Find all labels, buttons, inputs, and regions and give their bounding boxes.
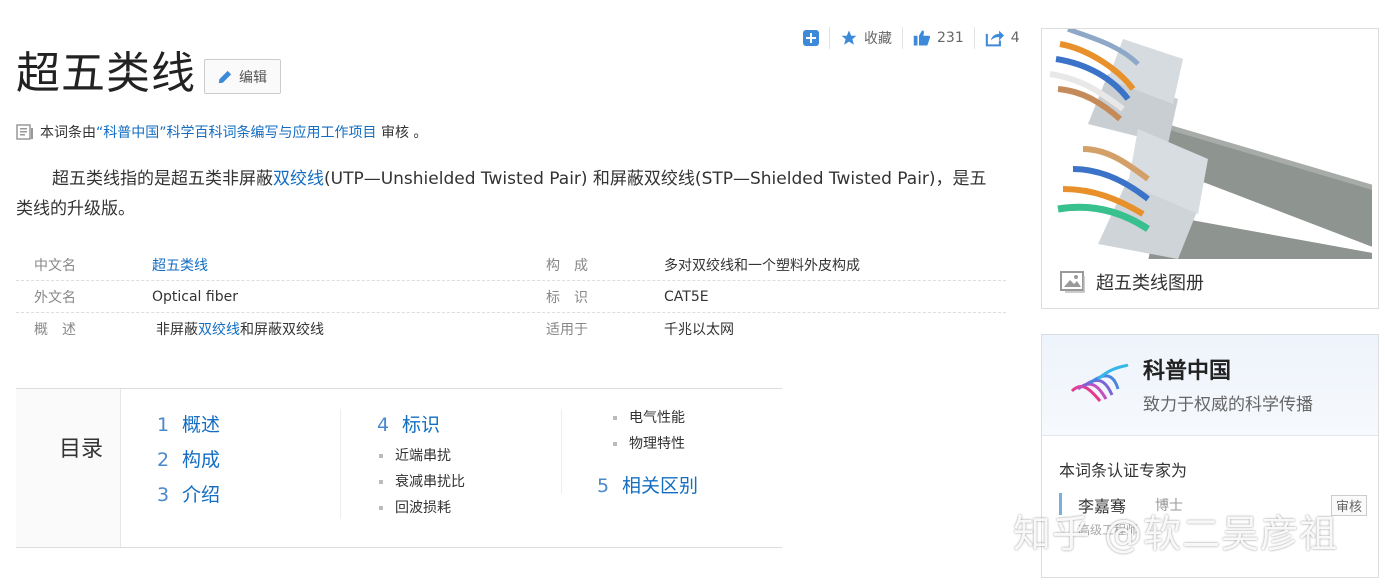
toc-number: 2 — [157, 449, 170, 471]
favorite-label: 收藏 — [864, 31, 892, 47]
toc-text: 构成 — [182, 449, 221, 471]
document-icon — [16, 124, 33, 140]
info-row: 概 述 非屏蔽双绞线和屏蔽双绞线 适用于 千兆以太网 — [16, 313, 1006, 344]
favorite-button[interactable]: 收藏 — [829, 27, 902, 49]
toc-number: 4 — [377, 414, 390, 436]
share-icon — [985, 30, 1004, 47]
toc-subitem[interactable]: 衰减串扰比 — [377, 469, 465, 495]
image-gallery-icon — [1060, 271, 1085, 293]
info-key: 外文名 — [34, 289, 76, 306]
toc-number: 5 — [597, 475, 610, 497]
toc-number: 1 — [157, 414, 170, 436]
toc-item[interactable]: 1 概述 — [157, 408, 220, 443]
info-value-link[interactable]: 超五类线 — [152, 255, 528, 275]
toc-text: 概述 — [182, 414, 221, 436]
toc-column-3: 电气性能 物理特性 5 相关区别 — [597, 405, 698, 504]
review-source: 本词条由“科普中国”科学百科词条编写与应用工作项目 审核 。 — [16, 122, 427, 142]
basic-info-table: 中文名 超五类线 构 成 多对双绞线和一个塑料外皮构成 外文名 Optical … — [16, 249, 1006, 344]
info-value: Optical fiber — [152, 288, 238, 305]
info-key: 构 成 — [546, 257, 588, 274]
edit-button[interactable]: 编辑 — [204, 59, 281, 94]
info-row: 中文名 超五类线 构 成 多对双绞线和一个塑料外皮构成 — [16, 249, 1006, 281]
info-value: 多对双绞线和一个塑料外皮构成 — [664, 257, 860, 274]
org-slogan: 致力于权威的科学传播 — [1143, 395, 1313, 415]
info-key: 适用于 — [546, 321, 588, 338]
expert-title: 本词条认证专家为 — [1059, 461, 1188, 480]
info-value-text: 和屏蔽双绞线 — [240, 321, 324, 338]
toc-column-1: 1 概述 2 构成 3 介绍 — [157, 408, 220, 513]
toc-divider — [561, 409, 562, 494]
toc-subitem[interactable]: 物理特性 — [611, 431, 698, 457]
toc-item[interactable]: 2 构成 — [157, 443, 220, 478]
toc-label: 目录 — [59, 437, 104, 462]
album-card[interactable]: 超五类线图册 — [1041, 28, 1379, 309]
toc-text: 标识 — [402, 414, 441, 436]
toc-item[interactable]: 3 介绍 — [157, 478, 220, 513]
toc-column-2: 4 标识 近端串扰 衰减串扰比 回波损耗 — [377, 408, 465, 521]
source-project-link[interactable]: “科普中国”科学百科词条编写与应用工作项目 — [96, 125, 377, 141]
zhihu-watermark: 知乎 @软二吴彦祖 — [1013, 512, 1339, 556]
cable-illustration — [1049, 29, 1372, 259]
info-value: 千兆以太网 — [664, 321, 734, 338]
like-button[interactable]: 231 — [902, 27, 974, 49]
page-title: 超五类线 — [16, 48, 196, 99]
album-caption[interactable]: 超五类线图册 — [1060, 269, 1204, 295]
source-suffix: 审核 。 — [376, 125, 428, 141]
share-count: 4 — [1010, 30, 1020, 46]
info-value-text: 非屏蔽 — [156, 321, 198, 338]
toc-item[interactable]: 5 相关区别 — [597, 469, 698, 504]
album-caption-text: 超五类线图册 — [1096, 273, 1204, 294]
expert-card-header: 科普中国 致力于权威的科学传播 — [1042, 335, 1378, 436]
share-button[interactable]: 4 — [973, 27, 1030, 49]
thumbs-up-icon — [913, 30, 931, 46]
info-key: 标 识 — [546, 289, 588, 306]
toc-subitem[interactable]: 近端串扰 — [377, 443, 465, 469]
summary-link-twisted-pair[interactable]: 双绞线 — [273, 169, 324, 189]
like-count: 231 — [937, 30, 964, 46]
pencil-icon — [218, 70, 232, 83]
edit-label: 编辑 — [239, 69, 267, 86]
org-name: 科普中国 — [1143, 359, 1232, 384]
table-of-contents: 目录 1 概述 2 构成 3 介绍 4 标识 近端串扰 衰减串扰比 回波损耗 电气性能 … — [16, 388, 782, 548]
toc-subitem[interactable]: 回波损耗 — [377, 495, 465, 521]
cable-photo[interactable] — [1048, 29, 1372, 259]
summary-paragraph: 超五类线指的是超五类非屏蔽双绞线(UTP—Unshielded Twisted … — [16, 164, 996, 224]
info-value: 非屏蔽双绞线和屏蔽双绞线 — [152, 319, 528, 339]
star-icon — [841, 30, 857, 45]
toc-number: 3 — [157, 484, 170, 506]
action-toolbar: 收藏 231 4 — [803, 26, 1030, 50]
toc-item[interactable]: 4 标识 — [377, 408, 465, 443]
toc-text: 介绍 — [182, 484, 221, 506]
toc-label-panel: 目录 — [16, 389, 121, 547]
summary-text-1: 超五类线指的是超五类非屏蔽 — [52, 169, 273, 189]
add-button[interactable] — [803, 27, 829, 49]
info-value: CAT5E — [664, 288, 709, 305]
info-value-link[interactable]: 双绞线 — [198, 322, 240, 338]
kepu-china-logo — [1070, 363, 1129, 402]
info-key: 概 述 — [34, 321, 76, 338]
toc-text: 相关区别 — [622, 475, 699, 497]
plus-square-icon — [803, 30, 819, 46]
source-prefix: 本词条由 — [40, 125, 96, 141]
toc-divider — [340, 409, 341, 519]
info-key: 中文名 — [34, 257, 76, 274]
info-row: 外文名 Optical fiber 标 识 CAT5E — [16, 281, 1006, 313]
toc-subitem[interactable]: 电气性能 — [611, 405, 698, 431]
